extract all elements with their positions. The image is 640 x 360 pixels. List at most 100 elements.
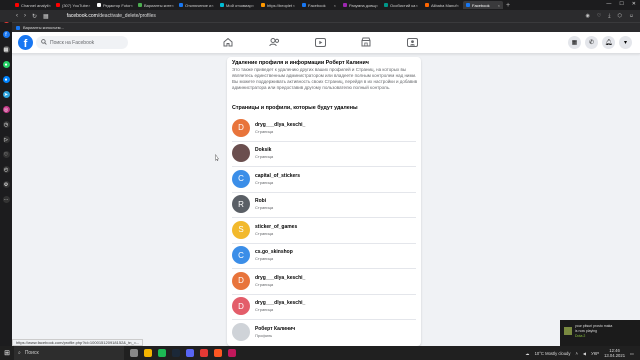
taskbar-search[interactable]: ⌕ Поиск [14,346,124,360]
list-item[interactable]: Doksik Страница [227,140,421,167]
tab-close-icon[interactable]: × [457,3,459,8]
browser-tab[interactable]: Facebook × [463,1,503,9]
delete-profile-card: Удаление профиля и информации Роберт Кал… [227,57,421,346]
tab-close-icon[interactable]: × [416,3,418,8]
list-item[interactable]: Ccs.go_skinshop Страница [227,242,421,269]
card-description: Это также приведет к удалению других ваш… [232,67,418,91]
messenger-sidebar-icon[interactable]: ● [2,76,10,83]
volume-icon[interactable]: ◀ [583,351,586,356]
marketplace-icon[interactable] [360,35,372,49]
tab-close-icon[interactable]: × [498,3,500,8]
item-type: Страница [255,128,274,134]
instagram-sidebar-icon[interactable]: ◎ [2,106,10,113]
list-item[interactable]: Ccapital_of_stickers Страница [227,166,421,192]
tab-close-icon[interactable]: × [88,3,90,8]
menu-grid-icon[interactable]: ▦ [568,36,581,49]
clock[interactable]: 12:46 13.04.2021 [604,348,625,358]
notifications-center-icon[interactable]: ▭ [630,351,634,356]
list-item[interactable]: Ddryg___dlya_keschi_ Страница [227,293,421,320]
messenger-icon[interactable]: ✆ [585,36,598,49]
friends-icon[interactable] [268,35,280,49]
tab-close-icon[interactable]: × [293,3,295,8]
steam-notification[interactable]: your pitsuri prosto maka is now playing … [560,320,640,346]
tab-label: Отключение и [185,2,212,8]
browser-tab[interactable]: Alibaba Manuf × [422,1,462,9]
header-actions: ▦ ✆ 🔔︎ ▾ [568,36,632,49]
browser-tab[interactable]: (307) YouTube × [53,1,93,9]
browser-tab[interactable]: Разумна довщ × [340,1,380,9]
opera-taskbar-icon[interactable] [200,349,208,357]
browser-tab[interactable]: Особистий ка × [381,1,421,9]
heart-sidebar-icon[interactable]: ♡ [2,151,10,158]
list-item[interactable]: Роберт Калинич Профиль [227,319,421,345]
forward-icon[interactable]: › [24,13,26,19]
tab-close-icon[interactable]: × [252,3,254,8]
browser-tab[interactable]: Редактор Fotor × [94,1,134,9]
list-item[interactable]: R Robi Страница [227,191,421,218]
groups-icon[interactable] [406,35,418,49]
search-input[interactable]: Поиск на Facebook [36,36,128,49]
close-window-icon[interactable]: ✕ [632,1,636,7]
url-field[interactable]: facebook.com/deactivate_delete/profiles [67,13,156,19]
app-icon[interactable] [214,349,222,357]
spotify-icon[interactable] [158,349,166,357]
notifications-icon[interactable]: 🔔︎ [602,36,615,49]
home-icon[interactable] [222,35,234,49]
telegram-sidebar-icon[interactable]: ➤ [2,91,10,98]
new-tab-icon[interactable]: + [506,2,510,9]
explorer-icon[interactable] [144,349,152,357]
browser-tab[interactable]: Facebook × [299,1,339,9]
tab-close-icon[interactable]: × [211,3,213,8]
clock-sidebar-icon[interactable]: ◴ [2,166,10,173]
language-indicator[interactable]: УКР [591,351,599,356]
settings-sidebar-icon[interactable]: ⚙ [2,181,10,188]
list-item[interactable]: Ssticker_of_games Страница [227,217,421,243]
task-view-icon[interactable] [130,349,138,357]
tab-label: Разумна довщ [349,2,376,8]
list-item[interactable]: Ddryg___dlya_keschi_ Страница [227,115,421,141]
history-sidebar-icon[interactable]: ◷ [2,121,10,128]
opera-gx-icon[interactable] [228,349,236,357]
facebook-sidebar-icon[interactable]: f [2,31,10,38]
account-dropdown-icon[interactable]: ▾ [619,36,632,49]
watch-icon[interactable] [314,35,326,49]
tab-close-icon[interactable]: × [131,3,133,8]
bookmark-item[interactable]: Варианты киносъем... [23,25,64,30]
extensions-icon[interactable]: ⬡ [618,13,622,19]
browser-tab[interactable]: Channel analyti × [12,1,52,9]
grid-sidebar-icon[interactable]: ▦ [2,46,10,53]
speed-dial-icon[interactable]: ▦ [43,13,49,20]
whatsapp-sidebar-icon[interactable]: ● [2,61,10,68]
bookmark-heart-icon[interactable]: ♡ [597,13,601,19]
browser-tab[interactable]: Варианты ките × [135,1,175,9]
browser-tab[interactable]: https://beoplet × [258,1,298,9]
weather-text[interactable]: 10°C Mostly cloudy [535,351,571,356]
item-name: dryg___dlya_keschi_ [255,300,306,307]
url-domain: facebook.com [66,13,98,19]
browser-tab[interactable]: Мой отзовиар × [217,1,257,9]
reload-icon[interactable]: ↻ [32,13,37,20]
item-name: Doksik [255,147,272,154]
tray-arrow-icon[interactable]: ˄ [575,351,577,356]
maximize-icon[interactable]: ☐ [619,1,623,7]
list-item[interactable]: Ddryg___dlya_keschi_ Страница [227,268,421,294]
tab-close-icon[interactable]: × [334,3,336,8]
facebook-logo-icon[interactable]: f [18,35,33,50]
tab-close-icon[interactable]: × [376,3,378,8]
tab-close-icon[interactable]: × [49,3,51,8]
windows-start-icon[interactable]: ⊞ [0,346,14,360]
browser-tab[interactable]: Отключение и × [176,1,216,9]
download-icon[interactable]: ⤓ [608,13,610,19]
player-sidebar-icon[interactable]: ▷ [2,136,10,143]
tab-close-icon[interactable]: × [172,3,174,8]
facebook-header: f Поиск на Facebook ▦ ✆ 🔔︎ ▾ [12,32,640,54]
back-icon[interactable]: ‹ [16,13,18,19]
steam-icon[interactable] [172,349,180,357]
camera-icon[interactable]: ◉ [585,13,589,19]
more-sidebar-icon[interactable]: ⋯ [2,196,10,203]
tab-label: Редактор Fotor [103,2,131,8]
discord-icon[interactable] [186,349,194,357]
item-type: Страница [255,281,274,287]
profile-icon[interactable]: ☺ [629,13,634,19]
minimize-icon[interactable]: — [606,1,611,7]
